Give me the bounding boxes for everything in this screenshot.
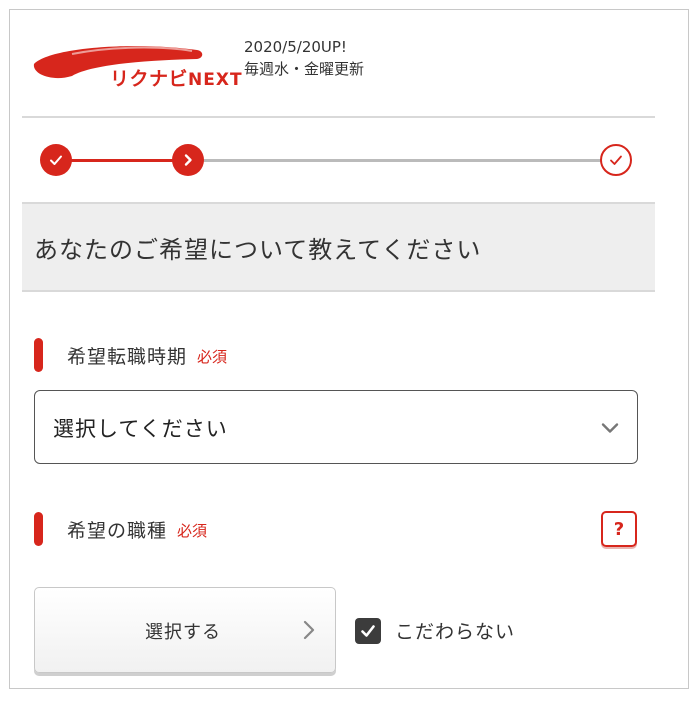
timing-field-label: 希望転職時期 必須 <box>34 338 227 372</box>
form-frame: リクナビNEXT 2020/5/20UP! 毎週水・金曜更新 あなたのご希望につ… <box>9 9 689 689</box>
stepper-line-todo <box>200 159 618 162</box>
help-button[interactable]: ? <box>601 511 637 547</box>
rikunabi-next-logo[interactable]: リクナビNEXT <box>32 42 247 92</box>
page-title-band: あなたのご希望について教えてください <box>22 202 655 292</box>
job-type-label: 希望の職種 <box>67 519 168 542</box>
step-3-todo <box>600 144 632 176</box>
chevron-down-icon <box>601 423 619 433</box>
header: リクナビNEXT 2020/5/20UP! 毎週水・金曜更新 <box>10 10 688 116</box>
step-2-current <box>172 144 204 176</box>
job-type-field-label: 希望の職種 必須 <box>34 512 207 546</box>
required-badge: 必須 <box>197 348 228 366</box>
checkbox-checked-icon <box>355 617 381 644</box>
step-1-done <box>40 144 72 176</box>
required-badge: 必須 <box>177 522 208 540</box>
page-title: あなたのご希望について教えてください <box>34 236 482 264</box>
logo-text: リクナビ <box>110 68 189 90</box>
update-date: 2020/5/20UP! <box>244 38 347 56</box>
logo-wordmark: リクナビNEXT <box>110 64 243 91</box>
header-divider <box>22 116 655 118</box>
no-preference-checkbox[interactable]: こだわらない <box>355 617 515 644</box>
progress-stepper <box>40 144 633 176</box>
no-preference-label: こだわらない <box>395 621 516 643</box>
timing-label: 希望転職時期 <box>67 345 188 368</box>
label-accent-bar <box>34 512 43 546</box>
job-type-select-label: 選択する <box>145 622 221 643</box>
stepper-line-done <box>56 159 186 162</box>
check-icon <box>50 155 62 165</box>
chevron-right-icon <box>303 620 315 640</box>
check-outline-icon <box>610 155 622 165</box>
timing-select[interactable]: 選択してください <box>34 390 638 464</box>
timing-select-value: 選択してください <box>53 417 228 441</box>
chevron-right-icon <box>184 154 192 166</box>
job-type-select-button[interactable]: 選択する <box>34 587 336 673</box>
label-accent-bar <box>34 338 43 372</box>
help-icon: ? <box>613 518 625 540</box>
check-icon <box>361 624 375 637</box>
update-schedule: 毎週水・金曜更新 <box>244 60 365 78</box>
update-info: 2020/5/20UP! 毎週水・金曜更新 <box>244 36 364 80</box>
logo-next: NEXT <box>188 70 243 90</box>
